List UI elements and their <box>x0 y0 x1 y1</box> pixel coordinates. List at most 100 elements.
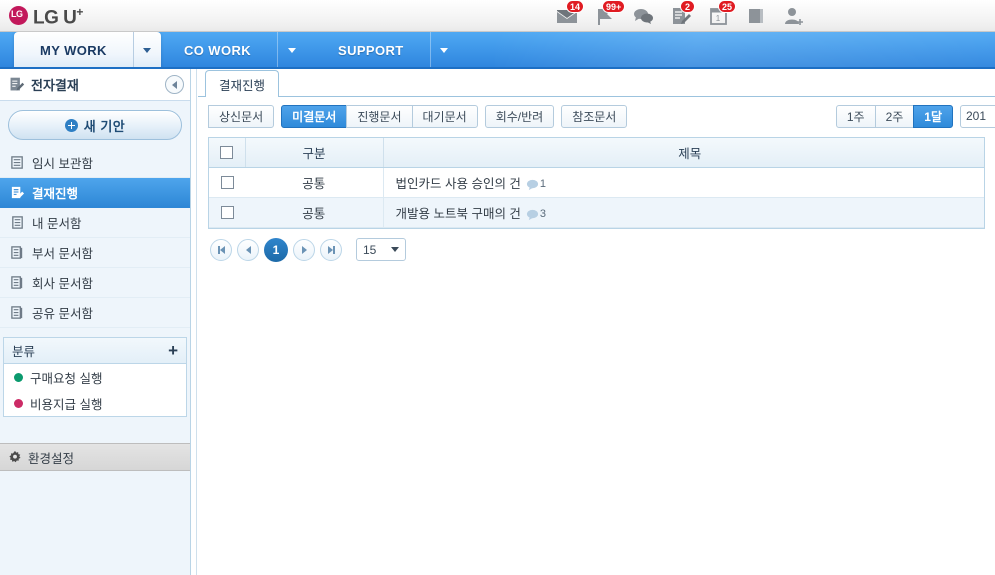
chevron-down-icon-support[interactable] <box>429 32 458 67</box>
calendar-icon[interactable]: 1 25 <box>707 0 737 28</box>
flag-icon[interactable]: 99+ <box>593 0 626 28</box>
filter-button-reference[interactable]: 참조문서 <box>561 104 628 128</box>
nav-label-support: SUPPORT <box>338 43 404 58</box>
folder-icon <box>12 216 23 229</box>
mail-badge: 14 <box>566 0 585 13</box>
next-page-icon <box>301 245 307 254</box>
filter-group-submitted: 상신문서 <box>208 104 275 128</box>
content-tabstrip: 결재진행 <box>198 69 995 97</box>
settings-button[interactable]: 환경설정 <box>0 443 190 471</box>
plus-icon <box>64 118 78 132</box>
nav-label-co-work: CO WORK <box>184 43 252 58</box>
collapse-sidebar-icon[interactable] <box>165 75 184 94</box>
comment-count: 3 <box>539 208 547 221</box>
row-title[interactable]: 법인카드 사용 승인의 건 <box>396 177 521 191</box>
sidebar-label-dept-documents: 부서 문서함 <box>32 247 93 261</box>
row-checkbox[interactable] <box>220 176 234 190</box>
date-range-value: 201 <box>966 109 987 123</box>
sidebar-label-shared-documents: 공유 문서함 <box>32 307 93 321</box>
category-header: 분류 + <box>4 338 186 364</box>
period-buttons: 1주 2주 1달 <box>835 104 953 128</box>
filter-button-submitted[interactable]: 상신문서 <box>208 104 275 128</box>
document-table-container: 구분 제목 공통 법인카드 사용 승인의 건1 공통 개발용 노트북 구매의 건… <box>208 137 985 229</box>
filter-label-recall-reject: 회수/반려 <box>495 109 544 124</box>
period-label-2weeks: 2주 <box>885 109 904 124</box>
settings-label: 환경설정 <box>28 451 75 466</box>
chat-icon[interactable] <box>631 4 655 28</box>
table-row[interactable]: 공통 법인카드 사용 승인의 건 1 <box>209 167 984 198</box>
sidebar-menu: 임시 보관함 결재진행 내 문서함 부서 문서함 회사 문서함 공유 문서함 <box>0 148 190 328</box>
nav-item-co-work[interactable]: CO WORK <box>158 32 305 67</box>
page-size-select[interactable]: 15 <box>356 238 406 261</box>
category-box: 분류 + 구매요청 실행 비용지급 실행 <box>3 337 187 417</box>
folder-icon <box>11 246 23 259</box>
chevron-down-icon-my-work[interactable] <box>132 32 161 67</box>
book-icon[interactable] <box>745 4 769 28</box>
document-edit-badge: 2 <box>680 0 695 13</box>
comment-indicator[interactable]: 1 <box>526 178 546 191</box>
category-item-purchase-request[interactable]: 구매요청 실행 <box>4 364 186 390</box>
document-table: 구분 제목 공통 법인카드 사용 승인의 건1 공통 개발용 노트북 구매의 건… <box>209 138 984 228</box>
sidebar-item-dept-documents[interactable]: 부서 문서함 <box>0 238 190 268</box>
tab-approval-progress[interactable]: 결재진행 <box>205 70 280 97</box>
period-button-2weeks[interactable]: 2주 <box>874 104 915 128</box>
filter-label-in-progress: 진행문서 <box>357 109 402 124</box>
column-header-gubun: 구분 <box>245 138 384 168</box>
sidebar-item-company-documents[interactable]: 회사 문서함 <box>0 268 190 298</box>
lg-uplus-logo[interactable]: LG U+ <box>9 3 83 27</box>
notification-strip: 14 99+ 2 1 25 <box>555 0 807 30</box>
next-page-button[interactable] <box>293 238 315 261</box>
category-item-expense-payment[interactable]: 비용지급 실행 <box>4 390 186 416</box>
date-range-input[interactable]: 201 <box>960 104 995 128</box>
approval-doc-icon <box>10 77 25 91</box>
row-title-cell: 법인카드 사용 승인의 건 1 <box>383 167 984 198</box>
sidebar-item-temp-storage[interactable]: 임시 보관함 <box>0 148 190 178</box>
sidebar-item-shared-documents[interactable]: 공유 문서함 <box>0 298 190 328</box>
svg-text:1: 1 <box>716 14 721 23</box>
filter-button-waiting[interactable]: 대기문서 <box>411 104 478 128</box>
page-size-value: 15 <box>363 242 377 257</box>
main-navigation: MY WORK CO WORK SUPPORT <box>0 32 995 69</box>
filter-group-recall-reject: 회수/반려 <box>484 104 555 128</box>
filter-button-in-progress[interactable]: 진행문서 <box>346 104 413 128</box>
row-checkbox-cell <box>209 197 245 228</box>
last-page-button[interactable] <box>320 238 342 261</box>
table-row[interactable]: 공통 개발용 노트북 구매의 건 3 <box>209 197 984 228</box>
period-filter-group: 1주 2주 1달 201 <box>835 97 995 135</box>
sidebar-label-my-documents: 내 문서함 <box>32 217 82 231</box>
sidebar-item-approval-progress[interactable]: 결재진행 <box>0 178 190 208</box>
new-draft-button[interactable]: 새 기안 <box>8 110 182 140</box>
sidebar-item-my-documents[interactable]: 내 문서함 <box>0 208 190 238</box>
sidebar-header: 전자결재 <box>0 69 190 101</box>
filter-label-submitted: 상신문서 <box>219 109 264 124</box>
mail-icon[interactable]: 14 <box>555 0 585 28</box>
period-button-1week[interactable]: 1주 <box>835 104 876 128</box>
row-checkbox[interactable] <box>220 206 234 220</box>
sidebar-label-approval-progress: 결재진행 <box>32 187 79 201</box>
calendar-badge: 25 <box>718 0 737 13</box>
filter-button-recall-reject[interactable]: 회수/반려 <box>484 104 555 128</box>
document-edit-icon[interactable]: 2 <box>669 0 695 28</box>
logo-label: LG U <box>33 7 77 29</box>
select-all-checkbox[interactable] <box>220 146 234 160</box>
logo-text: LG U+ <box>33 3 83 27</box>
chevron-down-icon <box>391 247 399 252</box>
filter-label-reference: 참조문서 <box>572 109 617 124</box>
comment-bubble-icon <box>526 179 538 190</box>
nav-item-my-work[interactable]: MY WORK <box>14 32 161 67</box>
category-label-purchase-request: 구매요청 실행 <box>30 371 103 386</box>
period-button-1month[interactable]: 1달 <box>913 104 953 128</box>
filter-group-reference: 참조문서 <box>561 104 628 128</box>
nav-item-support[interactable]: SUPPORT <box>312 32 458 67</box>
comment-count: 1 <box>539 178 547 191</box>
comment-indicator[interactable]: 3 <box>526 208 546 221</box>
row-title[interactable]: 개발용 노트북 구매의 건 <box>396 207 521 221</box>
sidebar-divider <box>192 69 197 575</box>
prev-page-button[interactable] <box>237 238 259 261</box>
page-number-1[interactable]: 1 <box>264 237 288 262</box>
chevron-down-icon-co-work[interactable] <box>277 32 305 67</box>
add-user-icon[interactable] <box>783 4 807 28</box>
add-category-icon[interactable]: + <box>168 342 178 359</box>
first-page-button[interactable] <box>210 238 232 261</box>
filter-button-pending[interactable]: 미결문서 <box>281 104 348 128</box>
